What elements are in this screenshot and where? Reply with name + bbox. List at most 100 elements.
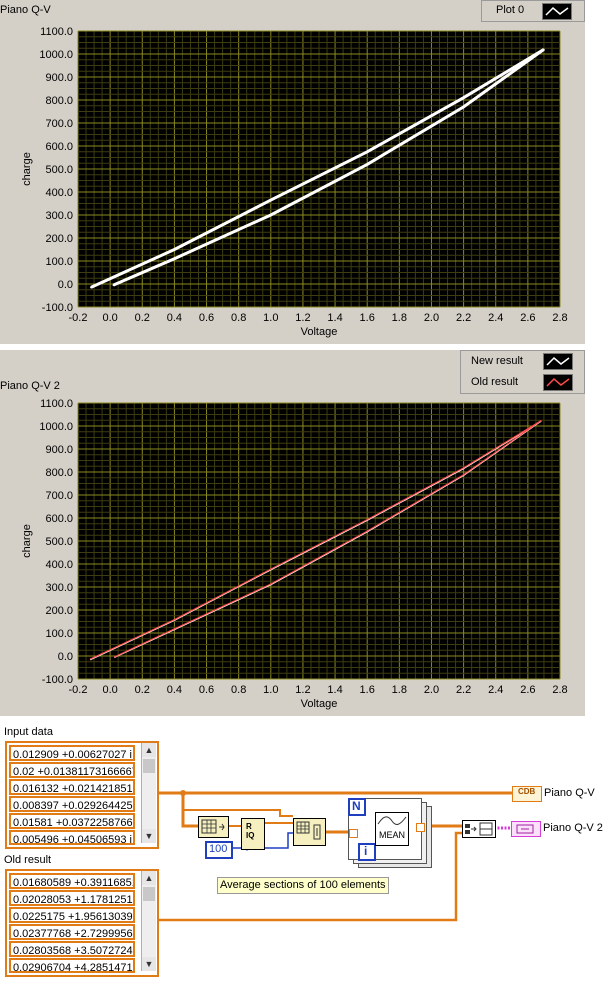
y-tick-label: -100.0	[42, 302, 73, 314]
x-axis-label: Voltage	[301, 326, 338, 338]
reshape-array-node[interactable]	[198, 816, 229, 838]
legend-old-result-label: Old result	[471, 376, 519, 388]
graph1-legend[interactable]: Plot 0	[481, 0, 585, 22]
loop-count-terminal[interactable]: N	[348, 798, 366, 816]
series-point-0	[366, 163, 369, 166]
series-point-0	[270, 214, 272, 216]
series-point-1	[539, 420, 542, 422]
y-tick-label: 1000.0	[39, 421, 73, 433]
x-tick-label: 1.2	[295, 684, 310, 696]
y-tick-label: 1100.0	[40, 26, 73, 38]
y-tick-label: 400.0	[45, 559, 73, 571]
new-result-line-icon	[546, 356, 570, 366]
quotient-remainder-label: R IQ	[246, 822, 255, 840]
x-tick-label: 1.2	[295, 312, 310, 324]
diagram-comment: Average sections of 100 elements	[217, 877, 389, 894]
x-tick-label: 0.4	[167, 312, 182, 324]
cluster-array-icon	[516, 824, 534, 834]
series-point-0	[270, 199, 272, 201]
y-axis-label: charge	[21, 152, 33, 186]
legend-plot0-swatch[interactable]	[542, 3, 572, 20]
y-tick-label: 400.0	[45, 187, 73, 199]
x-tick-label: 1.0	[263, 684, 278, 696]
x-tick-label: 0.6	[199, 312, 214, 324]
q-v2-indicator-terminal[interactable]	[511, 821, 541, 837]
old-result-line-icon	[546, 377, 570, 387]
y-tick-label: 700.0	[45, 118, 73, 130]
y-tick-label: 900.0	[45, 444, 73, 456]
y-tick-label: 200.0	[45, 605, 73, 617]
x-tick-label: 1.4	[327, 684, 342, 696]
series-point-0	[366, 150, 369, 153]
x-tick-label: 0.0	[102, 312, 117, 324]
series-point-1	[270, 568, 272, 570]
y-tick-label: 0.0	[58, 651, 73, 663]
legend-new-result-swatch[interactable]	[543, 353, 573, 370]
reshape-array-icon	[201, 819, 225, 834]
y-tick-label: 800.0	[45, 95, 73, 107]
x-tick-label: 1.8	[392, 684, 407, 696]
series-point-0	[173, 248, 176, 251]
series-point-1	[173, 628, 176, 630]
x-tick-label: 2.6	[520, 684, 535, 696]
loop-count-label: N	[352, 799, 361, 813]
quotient-remainder-node[interactable]: R IQ	[241, 818, 265, 850]
series-point-1	[462, 473, 465, 476]
x-tick-label: 1.0	[263, 312, 278, 324]
reshape-array-2-node[interactable]	[293, 818, 326, 846]
graph1-title: Piano Q-V	[0, 4, 51, 16]
y-tick-label: 900.0	[45, 72, 73, 84]
x-tick-label: 2.2	[456, 684, 471, 696]
x-tick-label: 0.6	[199, 684, 214, 696]
series-point-0	[462, 106, 465, 108]
y-tick-label: 300.0	[45, 210, 73, 222]
y-axis-label: charge	[21, 524, 33, 558]
graph2-plot[interactable]: -0.2 0.0 0.2 0.4 0.6 0.8 1.0 1.2 1.4 1.6 1.8 2.0 2.2…	[0, 392, 585, 716]
y-tick-label: 500.0	[45, 536, 73, 548]
y-tick-label: 600.0	[45, 513, 73, 525]
reshape-2d-icon	[296, 821, 321, 840]
series-point-1	[114, 655, 116, 658]
series-point-1	[366, 530, 369, 532]
y-tick-label: 100.0	[45, 256, 73, 268]
series-point-0	[543, 48, 545, 51]
series-point-1	[366, 518, 369, 521]
series-point-0	[90, 286, 92, 289]
block-diagram-wires	[157, 790, 512, 922]
build-array-node[interactable]	[462, 820, 496, 838]
graph2-legend[interactable]: New result Old result	[460, 350, 585, 394]
q-v-indicator-terminal[interactable]: CDB	[512, 786, 542, 802]
plot0-line-icon	[545, 6, 569, 16]
x-tick-label: 1.4	[327, 312, 342, 324]
y-tick-label: 300.0	[45, 582, 73, 594]
loop-input-tunnel[interactable]	[349, 829, 358, 838]
legend-new-result-label: New result	[471, 355, 523, 367]
legend-old-result-swatch[interactable]	[543, 374, 573, 391]
x-tick-label: 1.6	[360, 312, 375, 324]
x-tick-label: 1.6	[360, 684, 375, 696]
graph1-plot[interactable]: -0.2 0.0 0.2 0.4 0.6 0.8 1.0 1.2 1.4 1.6 1.8 2.0 2.2…	[0, 20, 585, 344]
loop-index-terminal[interactable]: i	[358, 843, 376, 861]
x-axis-label: Voltage	[301, 698, 338, 710]
loop-output-tunnel[interactable]	[416, 823, 425, 832]
loop-index-label: i	[364, 844, 368, 858]
series-point-1	[90, 657, 92, 660]
y-tick-label: 500.0	[45, 164, 73, 176]
legend-plot0-label: Plot 0	[496, 4, 525, 16]
q-v-terminal-badge: CDB	[518, 787, 536, 796]
mean-node[interactable]: MEAN	[375, 812, 409, 846]
x-tick-label: 2.8	[552, 312, 567, 324]
x-tick-label: 2.0	[424, 312, 439, 324]
y-tick-label: 700.0	[45, 490, 73, 502]
const-100[interactable]: 100	[205, 841, 233, 859]
x-tick-label: 0.2	[135, 684, 150, 696]
series-point-0	[173, 257, 176, 260]
y-tick-label: 200.0	[45, 233, 73, 245]
x-tick-label: 2.2	[456, 312, 471, 324]
y-tick-label: 800.0	[45, 467, 73, 479]
y-tick-label: 1100.0	[40, 398, 73, 410]
x-tick-label: 0.8	[231, 312, 246, 324]
x-tick-label: 2.0	[424, 684, 439, 696]
const-100-value: 100	[209, 843, 228, 855]
build-array-icon	[465, 822, 493, 836]
